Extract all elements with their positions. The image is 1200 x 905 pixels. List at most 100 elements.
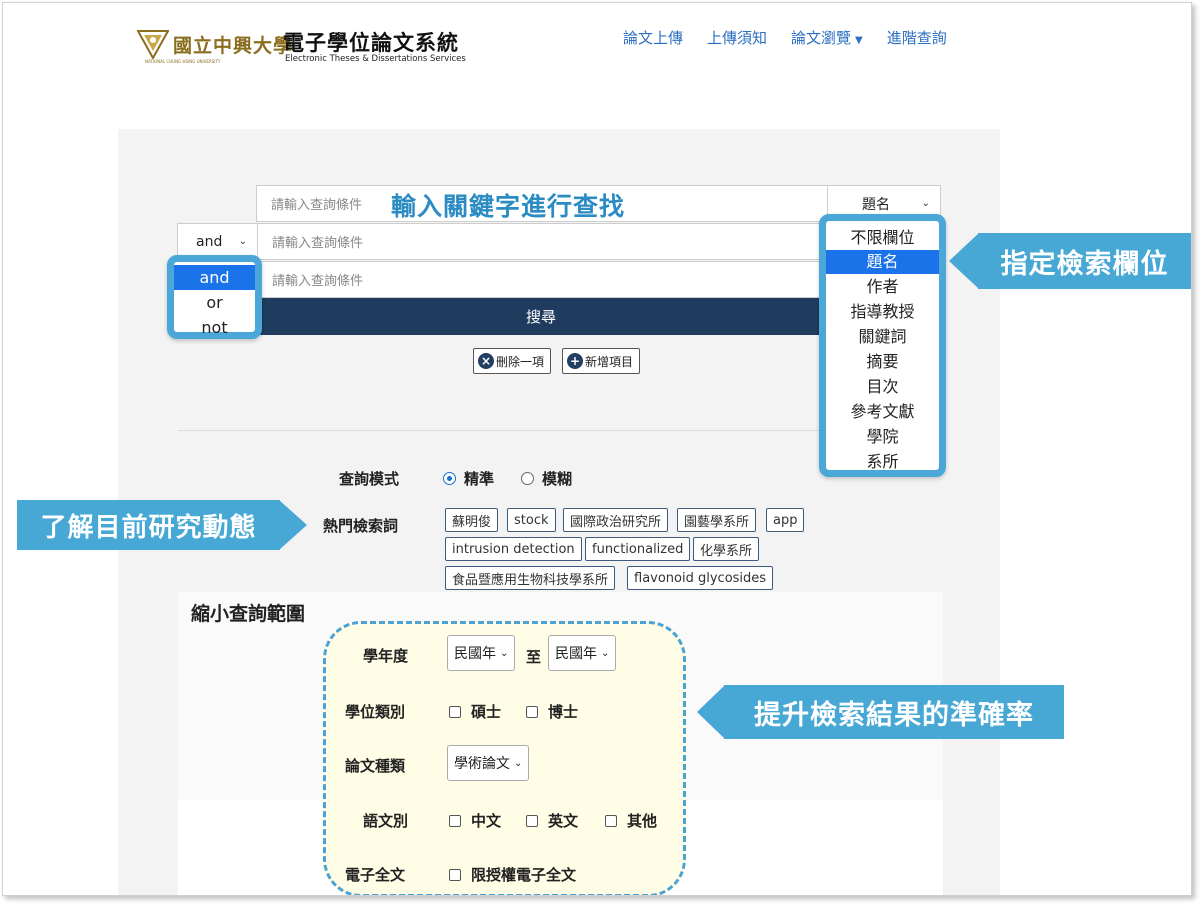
callout-accuracy-arrow — [697, 685, 725, 739]
search-input-3-placeholder: 請輸入查詢條件 — [272, 274, 364, 289]
operator-select-2-value: and — [196, 233, 223, 250]
add-row-label: 新增項目 — [585, 354, 634, 369]
delete-row-button[interactable]: × 刪除一項 — [473, 348, 552, 374]
query-mode-label: 查詢模式 — [339, 470, 400, 488]
chevron-down-icon: ⌄ — [500, 647, 509, 659]
degree-label: 學位類別 — [345, 703, 406, 721]
nav-thesis-browse-label: 論文瀏覽 — [791, 29, 852, 47]
field-dropdown[interactable]: 不限欄位 題名 作者 指導教授 關鍵詞 摘要 目次 參考文獻 學院 系所 — [819, 214, 946, 477]
language-label: 語文別 — [363, 812, 409, 830]
search-input-2-placeholder: 請輸入查詢條件 — [272, 236, 364, 251]
mode-fuzzy-label: 模糊 — [542, 470, 573, 488]
degree-master-checkbox[interactable]: 碩士 — [449, 701, 501, 722]
field-option[interactable]: 摘要 — [826, 350, 939, 374]
year-from-select[interactable]: 民國年 ⌄ — [447, 635, 516, 671]
university-emblem-icon — [137, 30, 169, 59]
mode-fuzzy-radio[interactable]: 模糊 — [521, 468, 572, 489]
hot-tag[interactable]: app — [766, 508, 805, 532]
chevron-down-icon: ⌄ — [601, 647, 610, 659]
thesis-type-label: 論文種類 — [345, 757, 406, 775]
chevron-down-icon: ⌄ — [238, 236, 247, 247]
top-nav: 論文上傳 上傳須知 論文瀏覽 ▼ 進階查詢 — [623, 27, 947, 48]
year-from-value: 民國年 — [454, 646, 496, 662]
year-to-label: 至 — [526, 648, 542, 666]
field-option[interactable]: 不限欄位 — [826, 226, 939, 250]
degree-master-label: 碩士 — [471, 703, 502, 721]
caret-down-icon: ▼ — [855, 35, 863, 46]
degree-phd-label: 博士 — [548, 703, 579, 721]
remove-circle-icon: × — [478, 353, 494, 369]
screenshot-frame: 國立中興大學 NATIONAL CHUNG HSING UNIVERSITY 電… — [2, 2, 1192, 896]
lang-english-label: 英文 — [548, 812, 579, 830]
hot-tag[interactable]: 化學系所 — [693, 537, 760, 561]
chevron-down-icon: ⌄ — [514, 757, 523, 769]
year-label: 學年度 — [363, 647, 409, 665]
hot-tag[interactable]: stock — [507, 508, 556, 532]
nav-thesis-browse[interactable]: 論文瀏覽 ▼ — [791, 27, 863, 48]
radio-checked-icon — [443, 472, 456, 485]
lang-other-checkbox[interactable]: 其他 — [605, 810, 657, 831]
lang-chinese-label: 中文 — [471, 812, 502, 830]
hot-tag[interactable]: 蘇明俊 — [445, 508, 499, 532]
annotation-accuracy: 提升檢索結果的準確率 — [724, 685, 1064, 739]
year-to-value: 民國年 — [555, 646, 597, 662]
section-divider — [178, 430, 828, 431]
search-button[interactable]: 搜尋 — [257, 298, 825, 335]
callout-field-arrow — [949, 233, 979, 289]
system-title: 電子學位論文系統 — [283, 31, 459, 55]
checkbox-icon — [526, 705, 538, 718]
field-option[interactable]: 題名 — [826, 250, 939, 274]
hot-tag[interactable]: flavonoid glycosides — [627, 566, 774, 590]
checkbox-icon — [605, 814, 617, 827]
hot-tag[interactable]: 園藝學系所 — [677, 508, 757, 532]
university-name: 國立中興大學 — [173, 35, 294, 57]
mode-precise-radio[interactable]: 精準 — [443, 468, 494, 489]
hot-tag[interactable]: 國際政治研究所 — [563, 508, 669, 532]
lang-chinese-checkbox[interactable]: 中文 — [449, 810, 501, 831]
hot-tag[interactable]: functionalized — [585, 537, 691, 561]
operator-option-not[interactable]: not — [174, 315, 255, 340]
thesis-type-select[interactable]: 學術論文 ⌄ — [447, 745, 530, 781]
chevron-down-icon: ⌄ — [921, 198, 930, 209]
checkbox-icon — [449, 814, 461, 827]
lang-english-checkbox[interactable]: 英文 — [526, 810, 578, 831]
operator-dropdown[interactable]: and or not — [167, 255, 262, 339]
annotation-field: 指定檢索欄位 — [978, 233, 1191, 289]
delete-row-label: 刪除一項 — [496, 354, 545, 369]
hot-keywords-label: 熱門檢索詞 — [323, 517, 399, 535]
add-row-button[interactable]: + 新增項目 — [562, 348, 641, 374]
mode-precise-label: 精準 — [464, 470, 495, 488]
hot-tag[interactable]: intrusion detection — [445, 537, 582, 561]
checkbox-icon — [449, 705, 461, 718]
field-option[interactable]: 學院 — [826, 425, 939, 449]
nav-advanced-search[interactable]: 進階查詢 — [887, 27, 947, 48]
site-logo[interactable]: 國立中興大學 NATIONAL CHUNG HSING UNIVERSITY 電… — [137, 25, 467, 67]
field-option[interactable]: 目次 — [826, 375, 939, 399]
fulltext-authorized-checkbox[interactable]: 限授權電子全文 — [449, 864, 576, 885]
field-option[interactable]: 系所 — [826, 450, 939, 474]
annotation-keyword: 輸入關鍵字進行查找 — [391, 192, 626, 221]
nav-thesis-upload[interactable]: 論文上傳 — [623, 27, 683, 48]
radio-unchecked-icon — [521, 472, 534, 485]
lang-other-label: 其他 — [627, 812, 658, 830]
search-input-1-placeholder: 請輸入查詢條件 — [271, 198, 363, 213]
checkbox-icon — [526, 814, 538, 827]
field-option[interactable]: 指導教授 — [826, 300, 939, 324]
fulltext-label: 電子全文 — [345, 866, 406, 884]
field-option[interactable]: 參考文獻 — [826, 400, 939, 424]
operator-option-and[interactable]: and — [174, 265, 255, 290]
hot-tag[interactable]: 食品暨應用生物科技學系所 — [445, 566, 616, 590]
search-input-3[interactable]: 請輸入查詢條件 — [257, 261, 829, 298]
annotation-trend: 了解目前研究動態 — [17, 500, 280, 550]
degree-phd-checkbox[interactable]: 博士 — [526, 701, 578, 722]
nav-upload-notes[interactable]: 上傳須知 — [707, 27, 767, 48]
operator-option-or[interactable]: or — [174, 290, 255, 315]
search-input-2[interactable]: 請輸入查詢條件 — [257, 223, 829, 260]
callout-trend-arrow — [279, 500, 307, 550]
year-to-select[interactable]: 民國年 ⌄ — [548, 635, 617, 671]
checkbox-icon — [449, 868, 461, 881]
field-select-1-value: 題名 — [862, 196, 890, 213]
field-option[interactable]: 關鍵詞 — [826, 325, 939, 349]
university-name-en: NATIONAL CHUNG HSING UNIVERSITY — [145, 59, 221, 64]
field-option[interactable]: 作者 — [826, 275, 939, 299]
